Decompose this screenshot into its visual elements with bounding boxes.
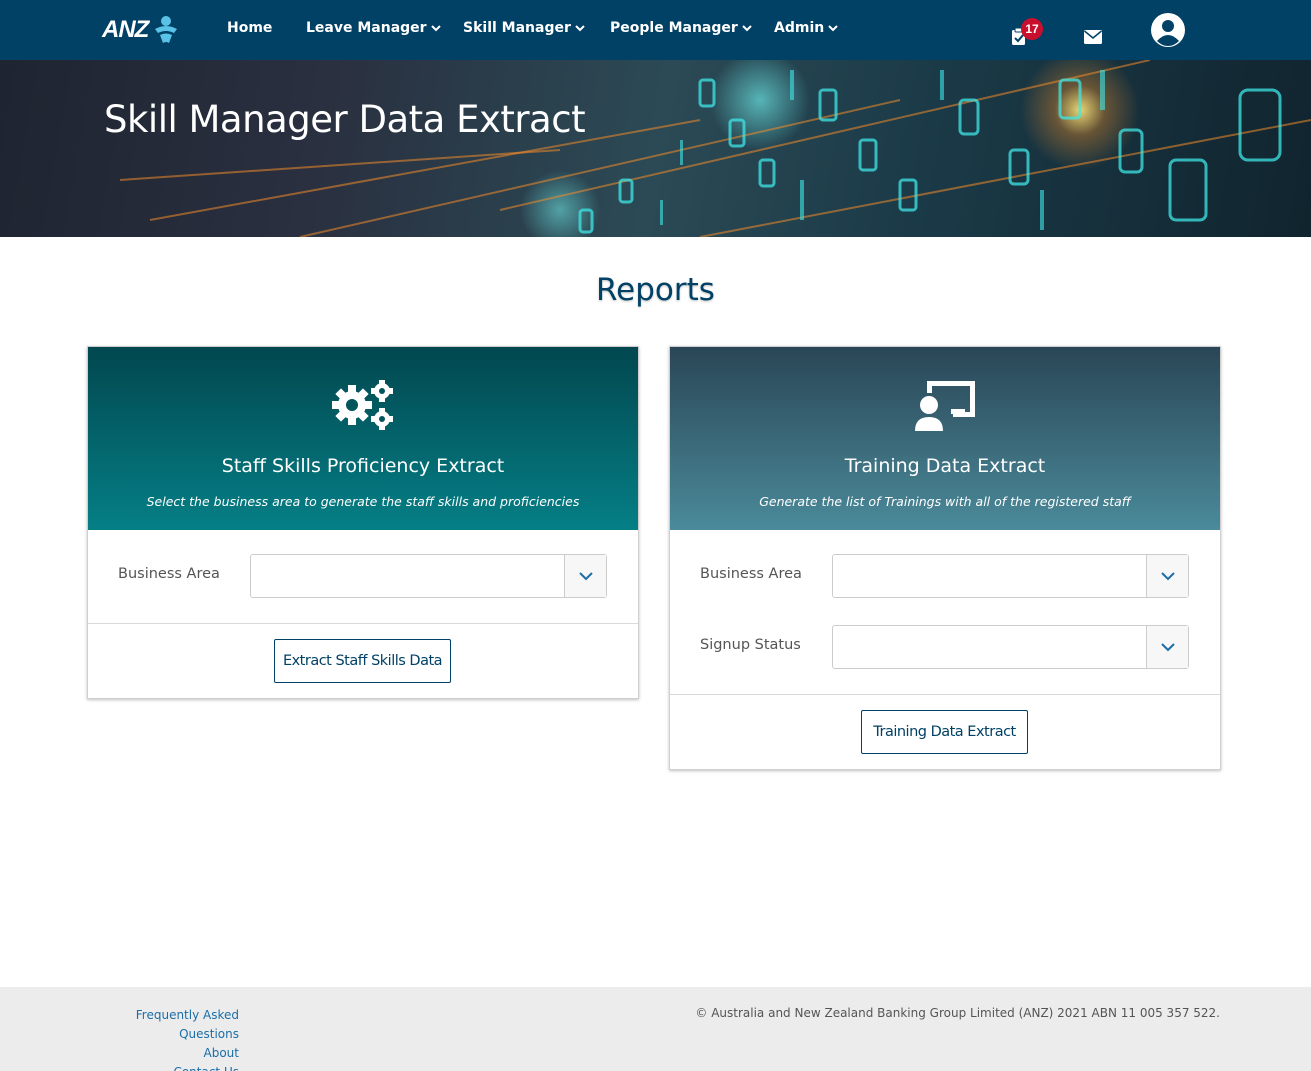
- nav-people-manager[interactable]: People Manager: [610, 20, 752, 36]
- nav-admin-label: Admin: [774, 20, 825, 36]
- business-area-label: Business Area: [700, 566, 802, 582]
- hero-banner: Skill Manager Data Extract: [0, 60, 1311, 237]
- nav-admin[interactable]: Admin: [774, 20, 838, 36]
- staff-skills-card: Staff Skills Proficiency Extract Select …: [87, 346, 639, 699]
- hero-background-graphic: [119, 60, 1311, 237]
- nav-skill-manager[interactable]: Skill Manager: [463, 20, 585, 36]
- select-toggle[interactable]: [564, 555, 606, 597]
- training-data-extract-button[interactable]: Training Data Extract: [861, 710, 1028, 754]
- card-divider: [88, 623, 638, 624]
- faq-link[interactable]: Frequently Asked Questions: [87, 1006, 239, 1044]
- tasks-count-badge: 17: [1021, 18, 1043, 40]
- chevron-down-icon: [430, 25, 441, 32]
- envelope-icon: [1084, 30, 1102, 44]
- anz-people-icon: [155, 16, 178, 43]
- messages-button[interactable]: [1084, 30, 1102, 49]
- footer-links: Frequently Asked Questions About Contact…: [87, 1006, 239, 1071]
- footer: Frequently Asked Questions About Contact…: [0, 987, 1311, 1071]
- training-data-card: Training Data Extract Generate the list …: [669, 346, 1221, 770]
- chevron-down-icon: [742, 25, 752, 32]
- signup-status-select[interactable]: [832, 625, 1189, 669]
- extract-staff-skills-button[interactable]: Extract Staff Skills Data: [274, 639, 451, 683]
- business-area-select[interactable]: [832, 554, 1189, 598]
- chevron-down-icon: [1160, 642, 1175, 651]
- chalkboard-teacher-icon: [915, 381, 975, 431]
- nav-home[interactable]: Home: [227, 20, 272, 36]
- nav-leave-manager[interactable]: Leave Manager: [306, 20, 441, 36]
- card-divider: [670, 694, 1220, 695]
- nav-people-manager-label: People Manager: [610, 20, 738, 36]
- business-area-select[interactable]: [250, 554, 607, 598]
- chevron-down-icon: [1160, 571, 1175, 580]
- copyright-text: © Australia and New Zealand Banking Grou…: [695, 1006, 1220, 1020]
- select-toggle[interactable]: [1146, 626, 1188, 668]
- card-title: Staff Skills Proficiency Extract: [221, 455, 505, 477]
- user-profile-button[interactable]: [1150, 12, 1186, 53]
- select-toggle[interactable]: [1146, 555, 1188, 597]
- gears-icon: [332, 380, 393, 430]
- chevron-down-icon: [578, 571, 593, 580]
- anz-logo[interactable]: ANZ: [102, 12, 180, 48]
- about-link[interactable]: About: [87, 1044, 239, 1063]
- signup-status-label: Signup Status: [700, 637, 801, 653]
- card-subtitle: Select the business area to generate the…: [146, 494, 580, 509]
- card-title: Training Data Extract: [844, 455, 1046, 477]
- contact-us-link[interactable]: Contact Us: [87, 1063, 239, 1071]
- business-area-label: Business Area: [118, 566, 220, 582]
- logo-text: ANZ: [102, 16, 149, 43]
- reports-heading: Reports: [596, 272, 715, 308]
- page-title: Skill Manager Data Extract: [104, 98, 586, 141]
- chevron-down-icon: [575, 25, 585, 32]
- chevron-down-icon: [828, 25, 838, 32]
- top-navbar: ANZ Home Leave Manager Skill Manager Peo…: [0, 0, 1311, 60]
- card-header: Training Data Extract Generate the list …: [670, 347, 1220, 530]
- nav-skill-manager-label: Skill Manager: [463, 20, 571, 36]
- nav-leave-manager-label: Leave Manager: [306, 20, 427, 36]
- card-header: Staff Skills Proficiency Extract Select …: [88, 347, 638, 530]
- user-circle-icon: [1151, 13, 1185, 47]
- card-subtitle: Generate the list of Trainings with all …: [759, 494, 1131, 509]
- nav-home-label: Home: [227, 20, 273, 36]
